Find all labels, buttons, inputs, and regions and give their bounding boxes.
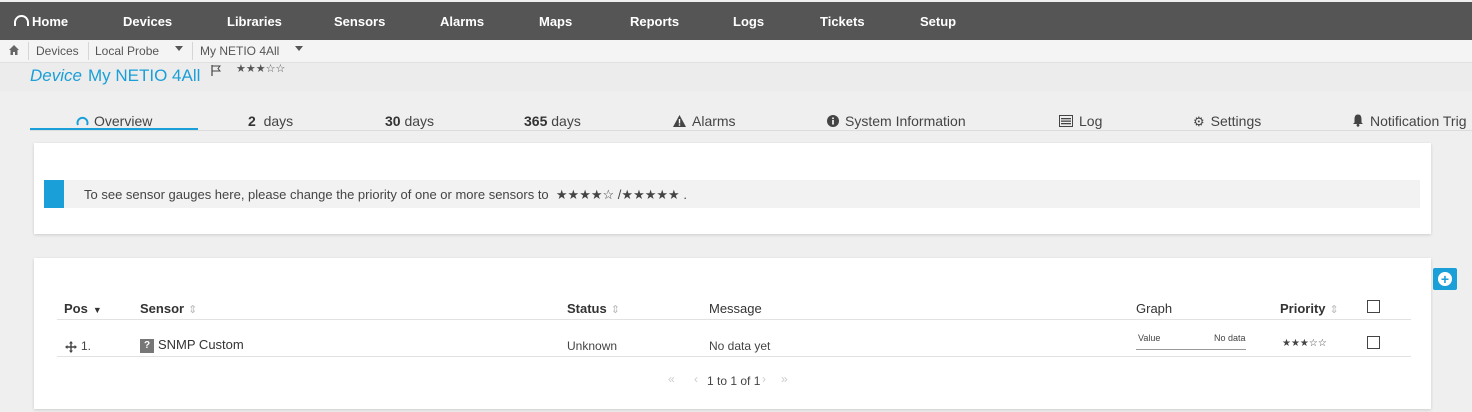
gauges-notice: To see sensor gauges here, please change… bbox=[44, 180, 1420, 208]
priority-stars[interactable]: ★★★☆☆ bbox=[236, 62, 285, 75]
breadcrumb-devices[interactable]: Devices bbox=[36, 44, 79, 58]
list-icon bbox=[1059, 115, 1073, 127]
breadcrumb-probe[interactable]: Local Probe bbox=[95, 44, 159, 58]
row-divider bbox=[57, 356, 1411, 357]
nav-alarms[interactable]: Alarms bbox=[440, 14, 484, 29]
prev-page-icon[interactable]: ‹ bbox=[694, 372, 698, 386]
last-page-icon[interactable]: » bbox=[781, 372, 788, 386]
col-header-graph: Graph bbox=[1136, 301, 1173, 316]
nav-reports[interactable]: Reports bbox=[630, 14, 679, 29]
add-sensor-button[interactable]: + bbox=[1433, 268, 1457, 290]
nav-libraries[interactable]: Libraries bbox=[227, 14, 282, 29]
four-star-icon: ★★★★☆ bbox=[555, 187, 615, 202]
tab-notification-triggers-label: Notification Trig bbox=[1370, 113, 1467, 129]
active-tab-indicator bbox=[30, 128, 198, 130]
sensor-name: SNMP Custom bbox=[158, 337, 244, 352]
tab-365-days-unit: days bbox=[551, 113, 581, 129]
sensor-message: No data yet bbox=[709, 339, 771, 353]
tabs-divider bbox=[30, 130, 1472, 131]
nav-tickets[interactable]: Tickets bbox=[820, 14, 865, 29]
col-header-pos[interactable]: Pos ▼ bbox=[64, 301, 102, 316]
tab-overview[interactable]: Overview bbox=[76, 113, 152, 129]
col-header-pos-label: Pos bbox=[64, 301, 88, 316]
notice-text: To see sensor gauges here, please change… bbox=[84, 187, 549, 202]
graph-value: No data bbox=[1214, 333, 1246, 343]
bell-icon bbox=[1353, 114, 1363, 127]
row-checkbox[interactable] bbox=[1367, 336, 1380, 349]
tab-2-days-number: 2 bbox=[248, 113, 256, 129]
col-header-status-label: Status bbox=[567, 301, 607, 316]
page-title: My NETIO 4All bbox=[88, 66, 201, 85]
sensor-status: Unknown bbox=[567, 339, 618, 353]
col-header-status[interactable]: Status ⇕ bbox=[567, 301, 620, 316]
nav-home[interactable]: Home bbox=[14, 14, 68, 29]
col-header-sensor-label: Sensor bbox=[140, 301, 185, 316]
sort-icon: ⇕ bbox=[1329, 304, 1339, 316]
nav-maps[interactable]: Maps bbox=[539, 14, 572, 29]
nav-sensors[interactable]: Sensors bbox=[334, 14, 385, 29]
pager-info: 1 to 1 of 1 bbox=[707, 374, 761, 388]
chevron-down-icon[interactable] bbox=[295, 46, 303, 51]
row-priority-stars[interactable]: ★★★☆☆ bbox=[1282, 338, 1327, 349]
breadcrumb-separator bbox=[192, 42, 193, 60]
unknown-status-icon: ? bbox=[140, 339, 154, 353]
breadcrumb-separator bbox=[88, 42, 89, 60]
logo-icon bbox=[14, 15, 29, 26]
nav-logs[interactable]: Logs bbox=[733, 14, 764, 29]
col-header-priority-label: Priority bbox=[1280, 301, 1326, 316]
tab-30-days-unit: days bbox=[404, 113, 435, 129]
tab-notification-triggers[interactable]: Notification Trig bbox=[1352, 113, 1466, 129]
tab-365-days[interactable]: 365 days bbox=[524, 113, 581, 129]
top-navigation: Home Devices Libraries Sensors Alarms Ma… bbox=[0, 2, 1472, 40]
sort-desc-icon: ▼ bbox=[92, 305, 102, 315]
breadcrumb-separator bbox=[28, 42, 29, 60]
col-header-sensor[interactable]: Sensor ⇕ bbox=[140, 301, 197, 316]
notice-end: . bbox=[679, 187, 687, 202]
tab-system-information-label: System Information bbox=[845, 113, 966, 129]
col-header-message: Message bbox=[709, 301, 762, 316]
tab-365-days-number: 365 bbox=[524, 113, 548, 129]
nav-setup[interactable]: Setup bbox=[920, 14, 956, 29]
gauge-icon bbox=[76, 116, 89, 126]
row-position: 1. bbox=[81, 339, 92, 353]
tab-overview-label: Overview bbox=[94, 113, 153, 129]
sort-icon: ⇕ bbox=[610, 304, 620, 316]
tab-alarms-label: Alarms bbox=[692, 113, 736, 129]
plus-icon: + bbox=[1438, 272, 1452, 286]
first-page-icon[interactable]: « bbox=[668, 372, 675, 386]
tab-log[interactable]: Log bbox=[1059, 113, 1102, 129]
nav-devices[interactable]: Devices bbox=[123, 14, 172, 29]
sensor-name-link[interactable]: ? SNMP Custom bbox=[140, 337, 244, 353]
notice-message: To see sensor gauges here, please change… bbox=[84, 187, 687, 203]
info-icon bbox=[827, 115, 839, 127]
tab-log-label: Log bbox=[1079, 113, 1103, 129]
gear-icon: ⚙ bbox=[1193, 114, 1205, 129]
move-icon[interactable] bbox=[65, 341, 77, 353]
col-header-priority[interactable]: Priority ⇕ bbox=[1280, 301, 1339, 316]
house-icon[interactable] bbox=[9, 45, 19, 55]
tab-settings-label: Settings bbox=[1210, 113, 1262, 129]
breadcrumb-device[interactable]: My NETIO 4All bbox=[200, 44, 279, 58]
tab-2-days[interactable]: 2 days bbox=[248, 113, 293, 129]
select-all-checkbox[interactable] bbox=[1367, 300, 1380, 313]
warning-icon bbox=[673, 115, 686, 127]
chevron-down-icon[interactable] bbox=[175, 46, 183, 51]
notice-accent-bar bbox=[44, 180, 64, 208]
tab-30-days[interactable]: 30 days bbox=[385, 113, 434, 129]
flag-icon[interactable] bbox=[211, 65, 221, 76]
five-star-icon: ★★★★★ bbox=[621, 187, 680, 202]
next-page-icon[interactable]: › bbox=[762, 372, 766, 386]
tab-alarms[interactable]: Alarms bbox=[673, 113, 736, 129]
sort-icon: ⇕ bbox=[188, 304, 198, 316]
nav-home-label: Home bbox=[32, 14, 69, 29]
graph-label: Value bbox=[1138, 333, 1161, 343]
tab-system-information[interactable]: System Information bbox=[827, 113, 966, 129]
page-title-prefix: Device bbox=[30, 66, 82, 85]
tab-30-days-number: 30 bbox=[385, 113, 401, 129]
tab-settings[interactable]: ⚙ Settings bbox=[1193, 113, 1261, 130]
breadcrumb: Devices Local Probe My NETIO 4All bbox=[0, 40, 1472, 63]
tab-2-days-unit: days bbox=[263, 113, 294, 129]
mini-graph bbox=[1136, 349, 1246, 350]
header-divider bbox=[57, 319, 1411, 320]
